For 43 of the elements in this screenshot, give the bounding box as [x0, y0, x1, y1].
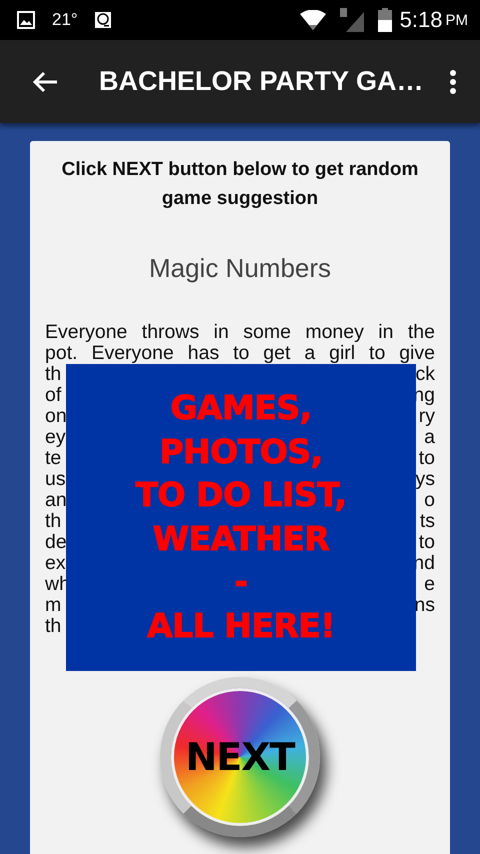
description-text: pot. Everyone has to get a girl to give	[45, 343, 435, 364]
game-title: Magic Numbers	[148, 253, 332, 284]
image-icon	[17, 11, 35, 29]
more-options-icon	[450, 70, 456, 94]
next-button[interactable]: NEXT	[160, 677, 320, 837]
description-fragment: th	[45, 511, 62, 532]
description-fragment: de	[45, 532, 67, 553]
description-fragment: o	[424, 490, 435, 511]
description-fragment: ry	[418, 406, 435, 427]
sync-icon	[94, 11, 112, 29]
description-fragment: ck	[416, 364, 435, 385]
description-fragment: to	[418, 532, 435, 553]
back-arrow-icon	[32, 70, 58, 92]
description-fragment: us	[45, 469, 66, 490]
description-text: Everyone throws in some money in the	[45, 322, 435, 343]
battery-icon	[378, 8, 392, 32]
description-fragment: ys	[416, 469, 435, 490]
clock-time: 5:18	[400, 7, 442, 33]
description-fragment: te	[45, 448, 62, 469]
app-title: BACHELOR PARTY GA…	[99, 66, 425, 97]
description-fragment: on	[45, 406, 67, 427]
temperature: 21°	[52, 10, 78, 30]
instruction-text: Click NEXT button below to get random game suggestion	[60, 158, 420, 211]
ad-text: ALL HERE!	[147, 604, 335, 646]
description-fragment: a	[424, 427, 435, 448]
ad-text: -	[234, 561, 248, 603]
description-fragment: m	[45, 595, 62, 616]
description-fragment: of	[45, 385, 62, 406]
description-fragment: an	[45, 490, 67, 511]
description-fragment: e	[424, 574, 435, 595]
signal-icon	[340, 8, 364, 32]
ad-text: GAMES,	[170, 387, 312, 429]
description-fragment: th	[45, 616, 62, 637]
description-fragment: ts	[420, 511, 435, 532]
ad-text: TO DO LIST,	[136, 474, 346, 516]
ad-text: WEATHER	[152, 518, 330, 560]
description-fragment: ex	[45, 553, 66, 574]
description-fragment: ey	[45, 427, 66, 448]
clock-meridiem: PM	[446, 12, 468, 28]
ad-text: PHOTOS,	[159, 430, 323, 472]
description-fragment: th	[45, 364, 62, 385]
description-fragment: to	[418, 448, 435, 469]
wifi-icon	[300, 10, 326, 30]
